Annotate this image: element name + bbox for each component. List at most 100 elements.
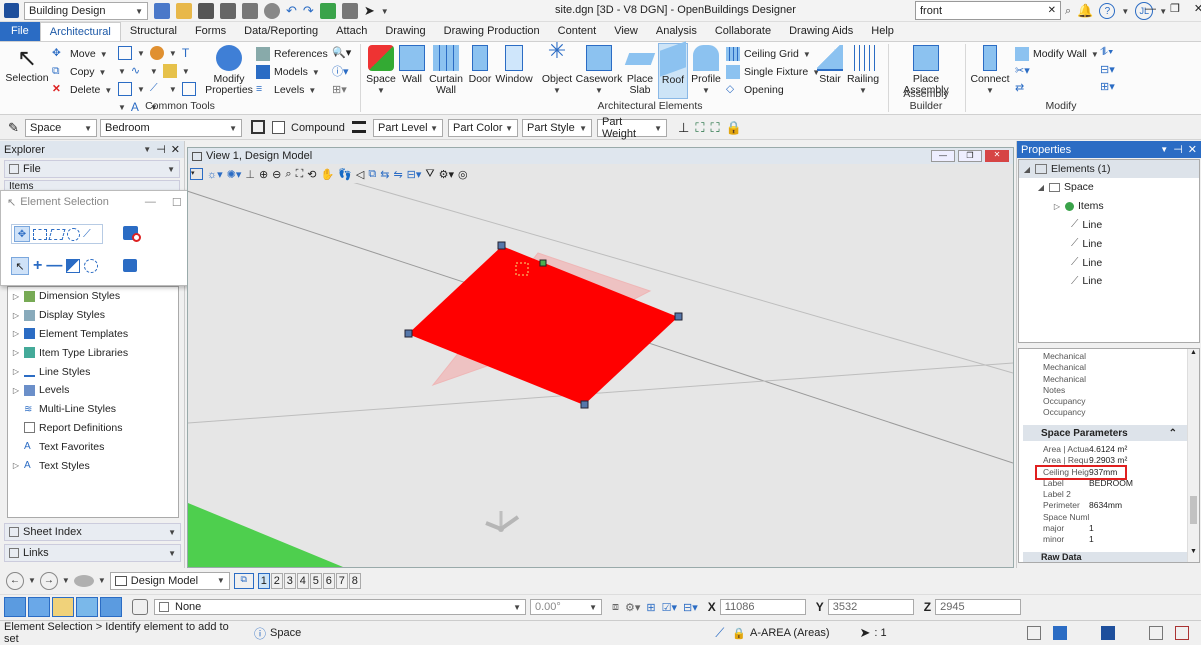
references-button[interactable]: References ▼ <box>256 46 340 62</box>
chevron-down-icon[interactable]: ▼ <box>118 67 126 76</box>
file-status-icon[interactable] <box>1100 626 1115 640</box>
minimize-icon[interactable]: — <box>931 150 955 162</box>
tab-drawing-aids[interactable]: Drawing Aids <box>780 22 862 41</box>
chevron-down-icon[interactable]: ▼ <box>98 576 106 585</box>
sheet-index-section[interactable]: Sheet Index ▼ <box>4 523 181 541</box>
clear-icon[interactable]: ✕ <box>1048 5 1056 16</box>
restore-icon[interactable]: ❐ <box>958 150 982 162</box>
line-icon[interactable]: ⟋ <box>150 82 164 96</box>
workflow-selector[interactable]: Building Design ▼ <box>24 2 148 20</box>
chevron-down-icon[interactable]: ▼ <box>28 576 36 585</box>
info-icon[interactable]: ⓘ▾ <box>332 63 351 79</box>
tree-item[interactable]: ▷ A Text Styles <box>12 456 174 475</box>
view-button-3[interactable]: 3 <box>283 572 296 589</box>
property-row[interactable]: minor 1 <box>1043 534 1199 545</box>
close-icon[interactable]: ✕ <box>1194 2 1201 15</box>
model-shape-icon[interactable] <box>73 574 94 587</box>
view-attributes-icon[interactable]: ▾ <box>190 168 203 180</box>
chevron-down-icon[interactable]: ▼ <box>1121 7 1129 16</box>
tool-icon[interactable]: ⧈ <box>612 601 619 614</box>
property-row-highlighted[interactable]: Ceiling Heig 937mm <box>1035 464 1127 480</box>
part-dropdown[interactable]: Bedroom ▼ <box>100 119 242 137</box>
fit-view-icon[interactable]: ⛶ <box>296 168 304 181</box>
tab-drawing[interactable]: Drawing <box>376 22 434 41</box>
chevron-down-icon[interactable]: ▼ <box>137 49 145 58</box>
settings-icon[interactable] <box>264 3 280 19</box>
expand-icon[interactable]: ▷ <box>12 329 20 338</box>
zoom-out-icon[interactable]: ⊖ <box>272 168 281 181</box>
expand-icon[interactable]: ▷ <box>12 367 20 376</box>
grip-handle[interactable] <box>404 329 413 338</box>
cell-icon[interactable] <box>162 64 177 78</box>
lock-icon[interactable]: 🔒 <box>726 120 742 136</box>
pin-icon[interactable] <box>319 3 336 19</box>
tab-architectural[interactable]: Architectural <box>39 22 121 41</box>
door-button[interactable]: Door <box>466 45 494 85</box>
search-icon[interactable]: ⌕ <box>1065 5 1071 18</box>
close-icon[interactable]: ✕ <box>1188 143 1197 156</box>
maximize-icon[interactable]: ❐ <box>1170 2 1180 15</box>
view-button-4[interactable]: 4 <box>296 572 309 589</box>
family-dropdown[interactable]: Space ▼ <box>25 119 97 137</box>
find-icon[interactable]: 🔍▾ <box>332 46 351 59</box>
tree-item-line[interactable]: ⟋ Line <box>1019 253 1199 272</box>
view-button-1[interactable]: 1 <box>257 572 270 589</box>
close-icon[interactable]: ✕ <box>985 150 1009 162</box>
property-value[interactable]: 8634mm <box>1089 500 1122 511</box>
model-canvas[interactable] <box>188 183 1013 567</box>
curve-icon[interactable]: ∿ <box>131 64 145 78</box>
zoom-in-icon[interactable]: ⊕ <box>259 168 268 181</box>
property-row[interactable]: major 1 <box>1043 523 1199 534</box>
redo-icon[interactable]: ↷ <box>303 3 314 19</box>
property-row[interactable]: Area | Actua 4.6124 m² <box>1043 444 1199 455</box>
invert-mode-icon[interactable] <box>66 259 81 273</box>
dimension-icon[interactable]: ⊥ <box>678 120 689 136</box>
z-coordinate-field[interactable]: 2945 <box>935 599 1022 615</box>
view-window[interactable]: View 1, Design Model — ❐ ✕ ▾ ☼▾ ✺▾ ⊥ ⊕ ⊖… <box>187 147 1014 568</box>
view-button-8[interactable]: 8 <box>348 572 361 589</box>
chevron-down-icon[interactable]: ▼ <box>182 67 190 76</box>
chevron-down-icon[interactable]: ▼ <box>150 67 158 76</box>
ceiling-grid-button[interactable]: Ceiling Grid ▼ <box>726 46 811 62</box>
tree-item[interactable]: ≋ Multi-Line Styles <box>12 400 174 419</box>
tab-structural[interactable]: Structural <box>121 22 186 41</box>
array-icon[interactable]: ⊟▾ <box>1100 63 1115 76</box>
tab-view[interactable]: View <box>605 22 647 41</box>
tab-drawing-production[interactable]: Drawing Production <box>435 22 549 41</box>
tree-item[interactable]: ▷ Display Styles <box>12 306 174 325</box>
chevron-down-icon[interactable]: ▼ <box>169 85 177 94</box>
y-coordinate-field[interactable]: 3532 <box>827 599 914 615</box>
line-weight-icon[interactable] <box>352 121 366 133</box>
object-button[interactable]: ✳ Object ▼ <box>540 40 574 96</box>
move-button[interactable]: ✥ Move ▼ <box>52 46 108 62</box>
render-icon[interactable]: ☼▾ <box>207 168 223 181</box>
close-icon[interactable]: ✕ <box>171 143 180 156</box>
compress-icon[interactable] <box>242 3 258 19</box>
connect-button[interactable]: Connect ▼ <box>970 45 1010 96</box>
locks-icon[interactable]: ⟋ <box>715 625 724 641</box>
view-button-6[interactable]: 6 <box>322 572 335 589</box>
selection-button[interactable]: ↖ Selection <box>5 45 48 84</box>
grip-handle[interactable] <box>497 241 506 250</box>
tree-item[interactable]: Report Definitions <box>12 419 174 438</box>
profile-button[interactable]: Profile ▼ <box>690 45 722 96</box>
expand-icon[interactable]: ▷ <box>12 461 20 470</box>
rectangle-icon[interactable] <box>118 46 132 60</box>
part-weight-dropdown[interactable]: Part Weight ▼ <box>597 116 667 140</box>
modify-wall-button[interactable]: Modify Wall ▼ <box>1015 46 1099 62</box>
window-area-icon[interactable]: ⌕ <box>285 168 291 181</box>
expand-icon[interactable]: ▷ <box>12 311 20 320</box>
wall-button[interactable]: Wall <box>398 45 426 85</box>
tab-forms[interactable]: Forms <box>186 22 235 41</box>
collapse-icon[interactable]: ⌃ <box>1169 428 1177 439</box>
subtract-mode-icon[interactable]: — <box>46 257 62 275</box>
models-button[interactable]: Models ▼ <box>256 64 320 80</box>
property-row[interactable]: Label BEDROOM <box>1043 478 1199 489</box>
individual-method-icon[interactable]: ✥ <box>14 226 30 242</box>
intersection-snap-icon[interactable] <box>100 597 122 617</box>
grid-icon[interactable]: ⊞▾ <box>332 83 351 96</box>
shape-method-icon[interactable] <box>48 228 66 240</box>
collapse-icon[interactable]: ◢ <box>1023 165 1031 174</box>
camera-icon[interactable]: ⛛ <box>425 168 434 181</box>
print-icon[interactable] <box>341 3 358 19</box>
